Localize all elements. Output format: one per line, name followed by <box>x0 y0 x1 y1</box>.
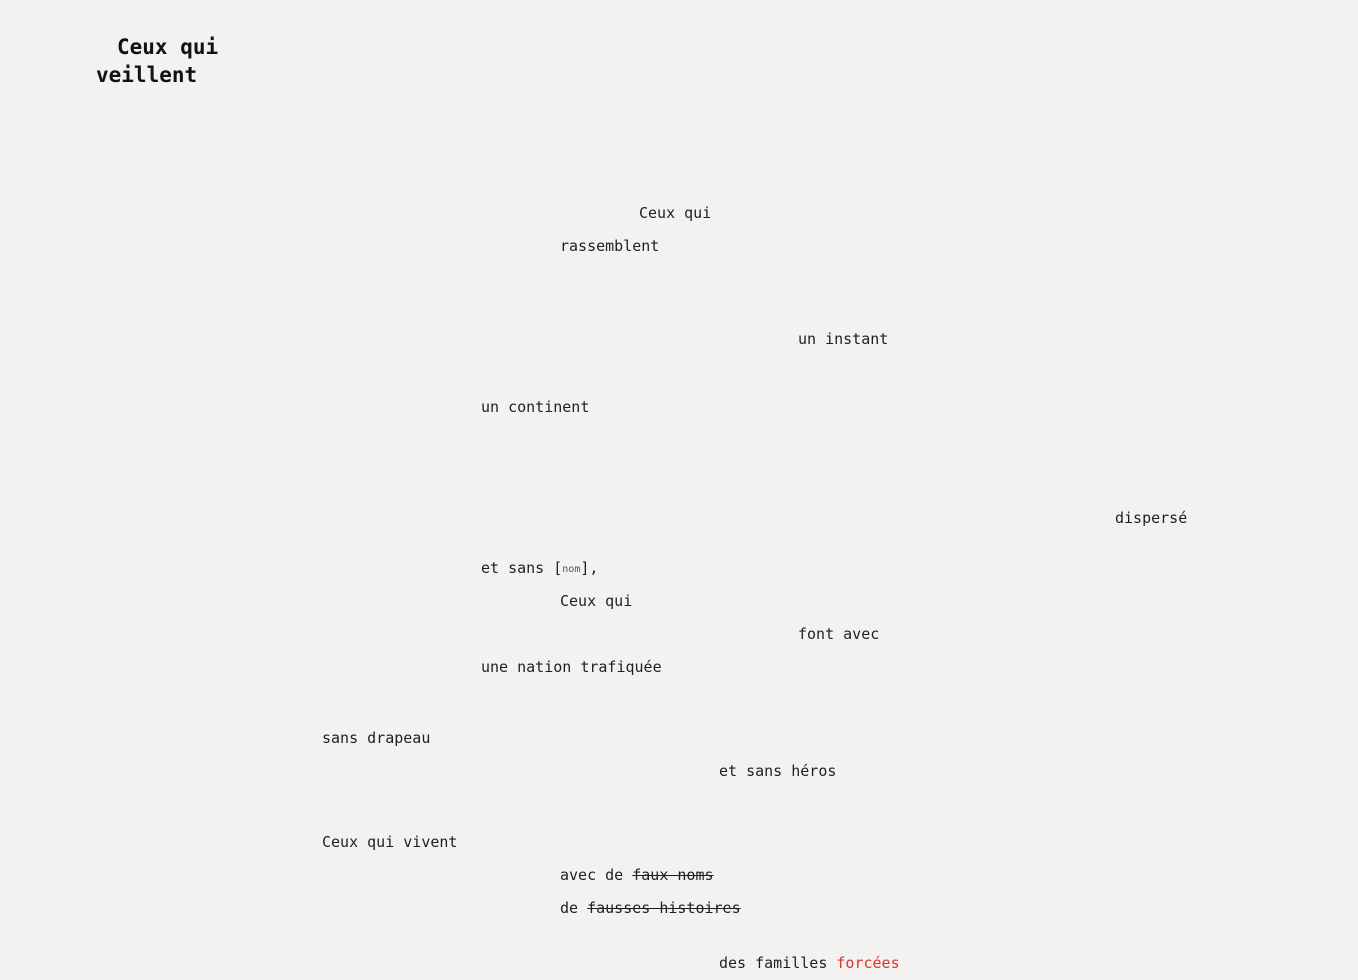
poem-line-15-start: des familles <box>719 954 837 972</box>
poem-line-8: font avec <box>798 625 880 643</box>
poem-line-14-start: de <box>560 899 588 917</box>
poem-line-2: rassemblent <box>560 237 660 255</box>
poem-line-12: Ceux qui vivent <box>322 833 458 851</box>
highlighted-word: forcées <box>836 954 900 972</box>
poem-line-6-end: ], <box>580 559 599 577</box>
poem-line-13-start: avec de <box>560 866 633 884</box>
poem-line-3: un instant <box>798 330 889 348</box>
poem-line-1: Ceux qui <box>639 204 712 222</box>
poem-line-6-start: et sans [ <box>481 559 563 577</box>
poem-line-5: dispersé <box>1115 509 1188 527</box>
poem-line-15: des familles forcées <box>719 953 900 973</box>
poem-title: Ceux qui veillent <box>96 33 218 89</box>
poem-line-10: sans drapeau <box>322 729 431 747</box>
poem-line-9: une nation trafiquée <box>481 658 662 676</box>
title-line-1: Ceux qui <box>117 35 219 59</box>
poem-line-4: un continent <box>481 398 590 416</box>
poem-line-14: de fausses histoires <box>560 898 741 918</box>
title-line-2: veillent <box>96 63 198 87</box>
poem-line-13: avec de faux noms <box>560 865 714 885</box>
poem-line-7: Ceux qui <box>560 592 633 610</box>
struck-text: faux noms <box>632 866 714 884</box>
name-placeholder: nom <box>562 564 581 575</box>
poem-line-6: et sans [nom], <box>481 558 598 580</box>
struck-text: fausses histoires <box>587 899 741 917</box>
poem-line-11: et sans héros <box>719 762 837 780</box>
